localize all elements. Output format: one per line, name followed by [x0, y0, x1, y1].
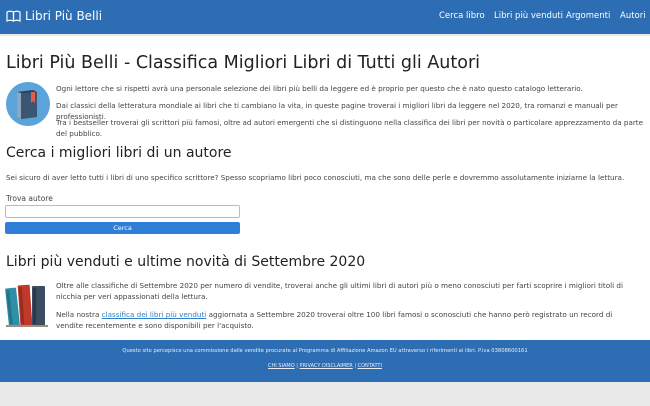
author-search-input[interactable]: [5, 205, 240, 218]
search-heading: Cerca i migliori libri di un autore: [6, 145, 232, 161]
search-button[interactable]: Cerca: [5, 222, 240, 234]
footer-separator: |: [296, 363, 298, 369]
nav-argomenti[interactable]: Argomenti: [566, 11, 610, 21]
footer: Questo sito percepisce una commissione d…: [0, 340, 650, 382]
open-book-icon: [6, 10, 21, 22]
navbar: Libri Più Belli Cerca libro Libri più ve…: [0, 0, 650, 34]
footer-link-contatti[interactable]: CONTATTI: [358, 363, 382, 369]
nav-autori[interactable]: Autori: [620, 11, 646, 21]
search-label: Trova autore: [6, 194, 53, 203]
stacked-books-icon: [4, 280, 50, 327]
bestsellers-paragraph-2: Nella nostra classifica dei libri più ve…: [56, 309, 640, 331]
main-content: Libri Più Belli - Classifica Migliori Li…: [0, 36, 650, 340]
brand-title: Libri Più Belli: [25, 9, 103, 23]
search-description: Sei sicuro di aver letto tutti i libri d…: [6, 173, 625, 182]
footer-link-chi-siamo[interactable]: CHI SIAMO: [268, 363, 295, 369]
bestsellers-p2-before: Nella nostra: [56, 310, 102, 319]
brand-link[interactable]: Libri Più Belli: [6, 9, 102, 23]
nav-libri-piu-venduti[interactable]: Libri più venduti: [494, 11, 563, 21]
footer-disclaimer: Questo sito percepisce una commissione d…: [122, 348, 528, 354]
footer-separator: |: [354, 363, 356, 369]
hero-paragraph-1: Ogni lettore che si rispetti avrà una pe…: [56, 84, 583, 93]
bestsellers-paragraph-1: Oltre alle classifiche di Settembre 2020…: [56, 281, 623, 301]
footer-link-privacy[interactable]: PRIVACY DISCLAIMER: [300, 363, 353, 369]
hero-paragraph-3: Tra i bestseller troverai gli scrittori …: [56, 118, 644, 138]
nav-cerca-libro[interactable]: Cerca libro: [439, 11, 485, 21]
bestsellers-ranking-link[interactable]: classifica dei libri più venduti: [102, 310, 207, 319]
book-circle-icon: [5, 81, 51, 127]
footer-links: CHI SIAMO | PRIVACY DISCLAIMER | CONTATT…: [0, 363, 650, 369]
page-title: Libri Più Belli - Classifica Migliori Li…: [6, 53, 481, 73]
bestsellers-heading: Libri più venduti e ultime novità di Set…: [6, 254, 366, 270]
